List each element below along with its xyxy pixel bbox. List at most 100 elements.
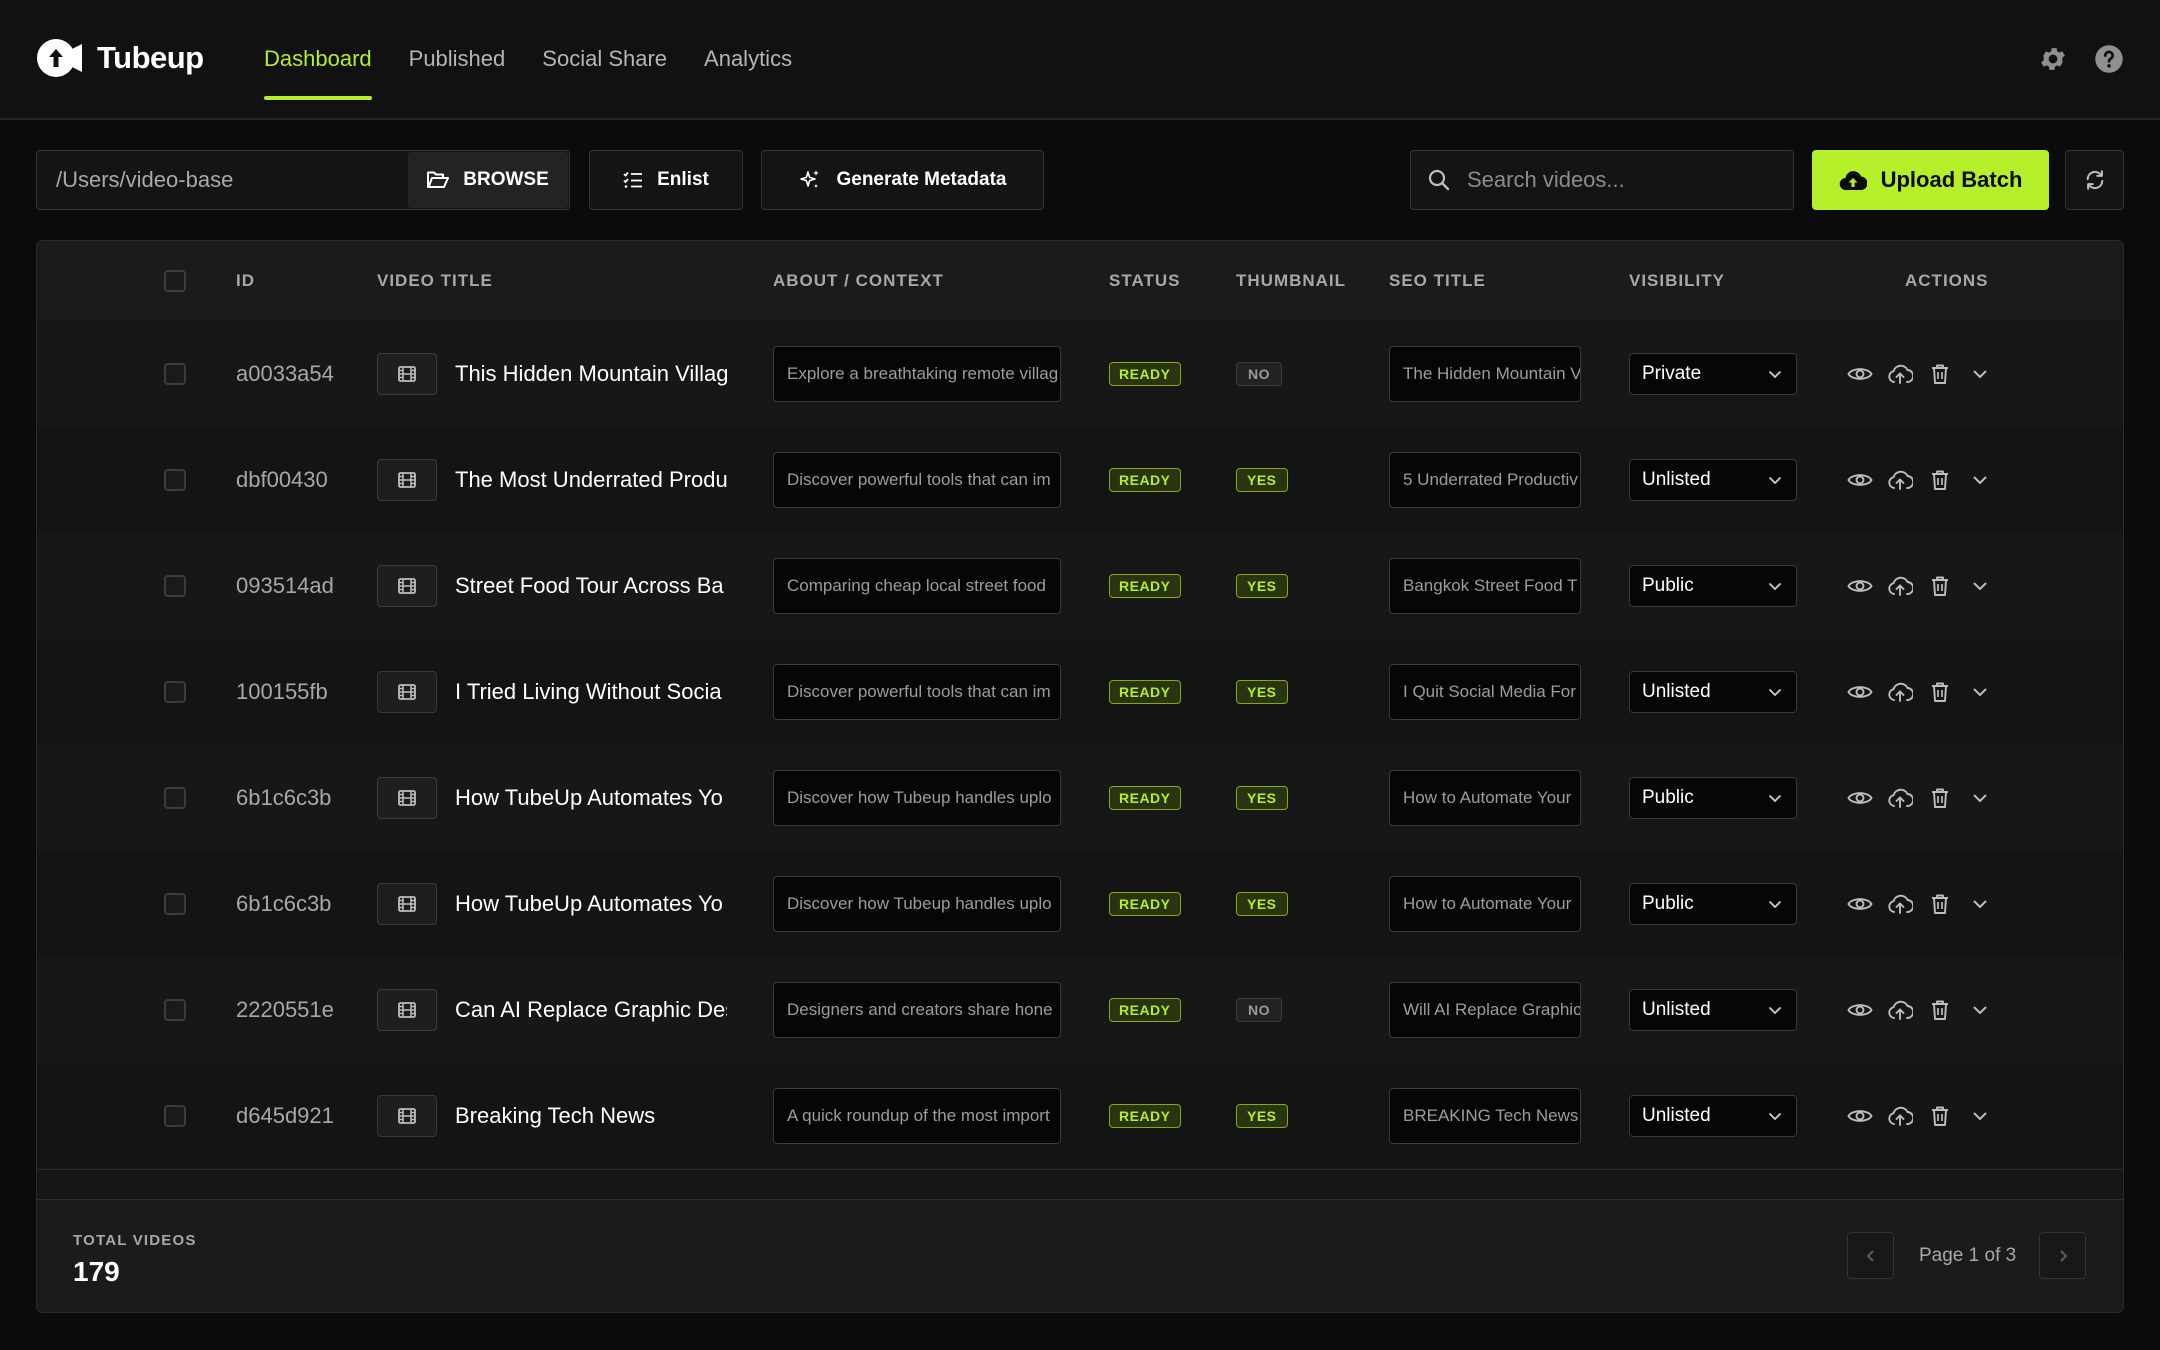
cloud-upload-icon[interactable] [1887, 1103, 1913, 1129]
row-checkbox[interactable] [164, 999, 186, 1021]
expand-row-chevron-icon[interactable] [1967, 785, 1993, 811]
seo-title-field[interactable]: Bangkok Street Food T [1389, 558, 1581, 614]
expand-row-chevron-icon[interactable] [1967, 573, 1993, 599]
browse-button[interactable]: BROWSE [408, 152, 568, 208]
row-checkbox[interactable] [164, 681, 186, 703]
visibility-select[interactable]: Public [1629, 565, 1797, 607]
video-title[interactable]: This Hidden Mountain Villag [455, 361, 727, 387]
film-icon[interactable] [377, 1095, 437, 1137]
expand-row-chevron-icon[interactable] [1967, 679, 1993, 705]
expand-row-chevron-icon[interactable] [1967, 891, 1993, 917]
video-title[interactable]: The Most Underrated Produ [455, 467, 727, 493]
trash-icon[interactable] [1927, 891, 1953, 917]
row-checkbox[interactable] [164, 1105, 186, 1127]
cloud-upload-icon[interactable] [1887, 679, 1913, 705]
visibility-select[interactable]: Private [1629, 353, 1797, 395]
trash-icon[interactable] [1927, 679, 1953, 705]
upload-batch-button[interactable]: Upload Batch [1812, 150, 2049, 210]
search-input[interactable] [1465, 166, 1769, 194]
video-title[interactable]: Street Food Tour Across Ba [455, 573, 727, 599]
folder-path-field[interactable]: /Users/video-base [37, 151, 407, 209]
video-title[interactable]: Breaking Tech News [455, 1103, 727, 1129]
refresh-button[interactable] [2065, 150, 2124, 210]
next-page-button[interactable] [2039, 1232, 2086, 1279]
expand-row-chevron-icon[interactable] [1967, 997, 1993, 1023]
nav-social-share[interactable]: Social Share [542, 0, 667, 118]
trash-icon[interactable] [1927, 997, 1953, 1023]
view-icon[interactable] [1847, 1103, 1873, 1129]
total-videos-value: 179 [73, 1256, 120, 1287]
expand-row-chevron-icon[interactable] [1967, 1103, 1993, 1129]
nav-published[interactable]: Published [409, 0, 506, 118]
gear-icon[interactable] [2038, 44, 2068, 74]
cloud-upload-icon[interactable] [1887, 891, 1913, 917]
view-icon[interactable] [1847, 467, 1873, 493]
app-logo[interactable]: Tubeup [36, 38, 204, 78]
visibility-select[interactable]: Public [1629, 883, 1797, 925]
row-checkbox[interactable] [164, 787, 186, 809]
trash-icon[interactable] [1927, 785, 1953, 811]
cloud-upload-icon[interactable] [1887, 997, 1913, 1023]
enlist-button[interactable]: Enlist [589, 150, 743, 210]
film-icon[interactable] [377, 989, 437, 1031]
seo-title-field[interactable]: 5 Underrated Productiv [1389, 452, 1581, 508]
view-icon[interactable] [1847, 361, 1873, 387]
row-checkbox[interactable] [164, 363, 186, 385]
expand-row-chevron-icon[interactable] [1967, 361, 1993, 387]
visibility-select[interactable]: Unlisted [1629, 459, 1797, 501]
trash-icon[interactable] [1927, 1103, 1953, 1129]
row-checkbox[interactable] [164, 469, 186, 491]
video-title[interactable]: I Tried Living Without Socia [455, 679, 727, 705]
row-checkbox[interactable] [164, 575, 186, 597]
seo-title-field[interactable]: BREAKING Tech News: [1389, 1088, 1581, 1144]
prev-page-button[interactable] [1847, 1232, 1894, 1279]
help-icon[interactable] [2094, 44, 2124, 74]
cloud-upload-icon[interactable] [1887, 361, 1913, 387]
cloud-upload-icon[interactable] [1887, 785, 1913, 811]
about-context-field[interactable]: Discover how Tubeup handles uplo [773, 876, 1061, 932]
visibility-select[interactable]: Unlisted [1629, 1095, 1797, 1137]
film-icon[interactable] [377, 883, 437, 925]
top-navigation-bar: Tubeup Dashboard Published Social Share … [0, 0, 2160, 120]
film-icon[interactable] [377, 353, 437, 395]
about-context-field[interactable]: Comparing cheap local street food [773, 558, 1061, 614]
view-icon[interactable] [1847, 997, 1873, 1023]
seo-title-field[interactable]: How to Automate Your [1389, 770, 1581, 826]
about-context-field[interactable]: Discover how Tubeup handles uplo [773, 770, 1061, 826]
seo-title-field[interactable]: I Quit Social Media For [1389, 664, 1581, 720]
nav-analytics[interactable]: Analytics [704, 0, 792, 118]
film-icon[interactable] [377, 565, 437, 607]
nav-dashboard[interactable]: Dashboard [264, 0, 372, 118]
select-all-checkbox[interactable] [164, 270, 186, 292]
view-icon[interactable] [1847, 679, 1873, 705]
seo-title-field[interactable]: Will AI Replace Graphic [1389, 982, 1581, 1038]
film-icon[interactable] [377, 459, 437, 501]
trash-icon[interactable] [1927, 467, 1953, 493]
video-title[interactable]: Can AI Replace Graphic Des [455, 997, 727, 1023]
view-icon[interactable] [1847, 891, 1873, 917]
seo-title-field[interactable]: How to Automate Your [1389, 876, 1581, 932]
about-context-field[interactable]: Discover powerful tools that can im [773, 664, 1061, 720]
view-icon[interactable] [1847, 785, 1873, 811]
about-context-field[interactable]: Discover powerful tools that can im [773, 452, 1061, 508]
trash-icon[interactable] [1927, 361, 1953, 387]
about-context-field[interactable]: Designers and creators share hone [773, 982, 1061, 1038]
about-context-field[interactable]: A quick roundup of the most import [773, 1088, 1061, 1144]
film-icon[interactable] [377, 671, 437, 713]
visibility-select[interactable]: Unlisted [1629, 671, 1797, 713]
seo-title-field[interactable]: The Hidden Mountain V [1389, 346, 1581, 402]
status-badge: READY [1109, 892, 1181, 916]
video-title[interactable]: How TubeUp Automates Yo [455, 785, 727, 811]
expand-row-chevron-icon[interactable] [1967, 467, 1993, 493]
visibility-select[interactable]: Unlisted [1629, 989, 1797, 1031]
video-title[interactable]: How TubeUp Automates Yo [455, 891, 727, 917]
row-checkbox[interactable] [164, 893, 186, 915]
generate-metadata-button[interactable]: Generate Metadata [761, 150, 1044, 210]
visibility-select[interactable]: Public [1629, 777, 1797, 819]
about-context-field[interactable]: Explore a breathtaking remote villag [773, 346, 1061, 402]
film-icon[interactable] [377, 777, 437, 819]
view-icon[interactable] [1847, 573, 1873, 599]
cloud-upload-icon[interactable] [1887, 467, 1913, 493]
cloud-upload-icon[interactable] [1887, 573, 1913, 599]
trash-icon[interactable] [1927, 573, 1953, 599]
